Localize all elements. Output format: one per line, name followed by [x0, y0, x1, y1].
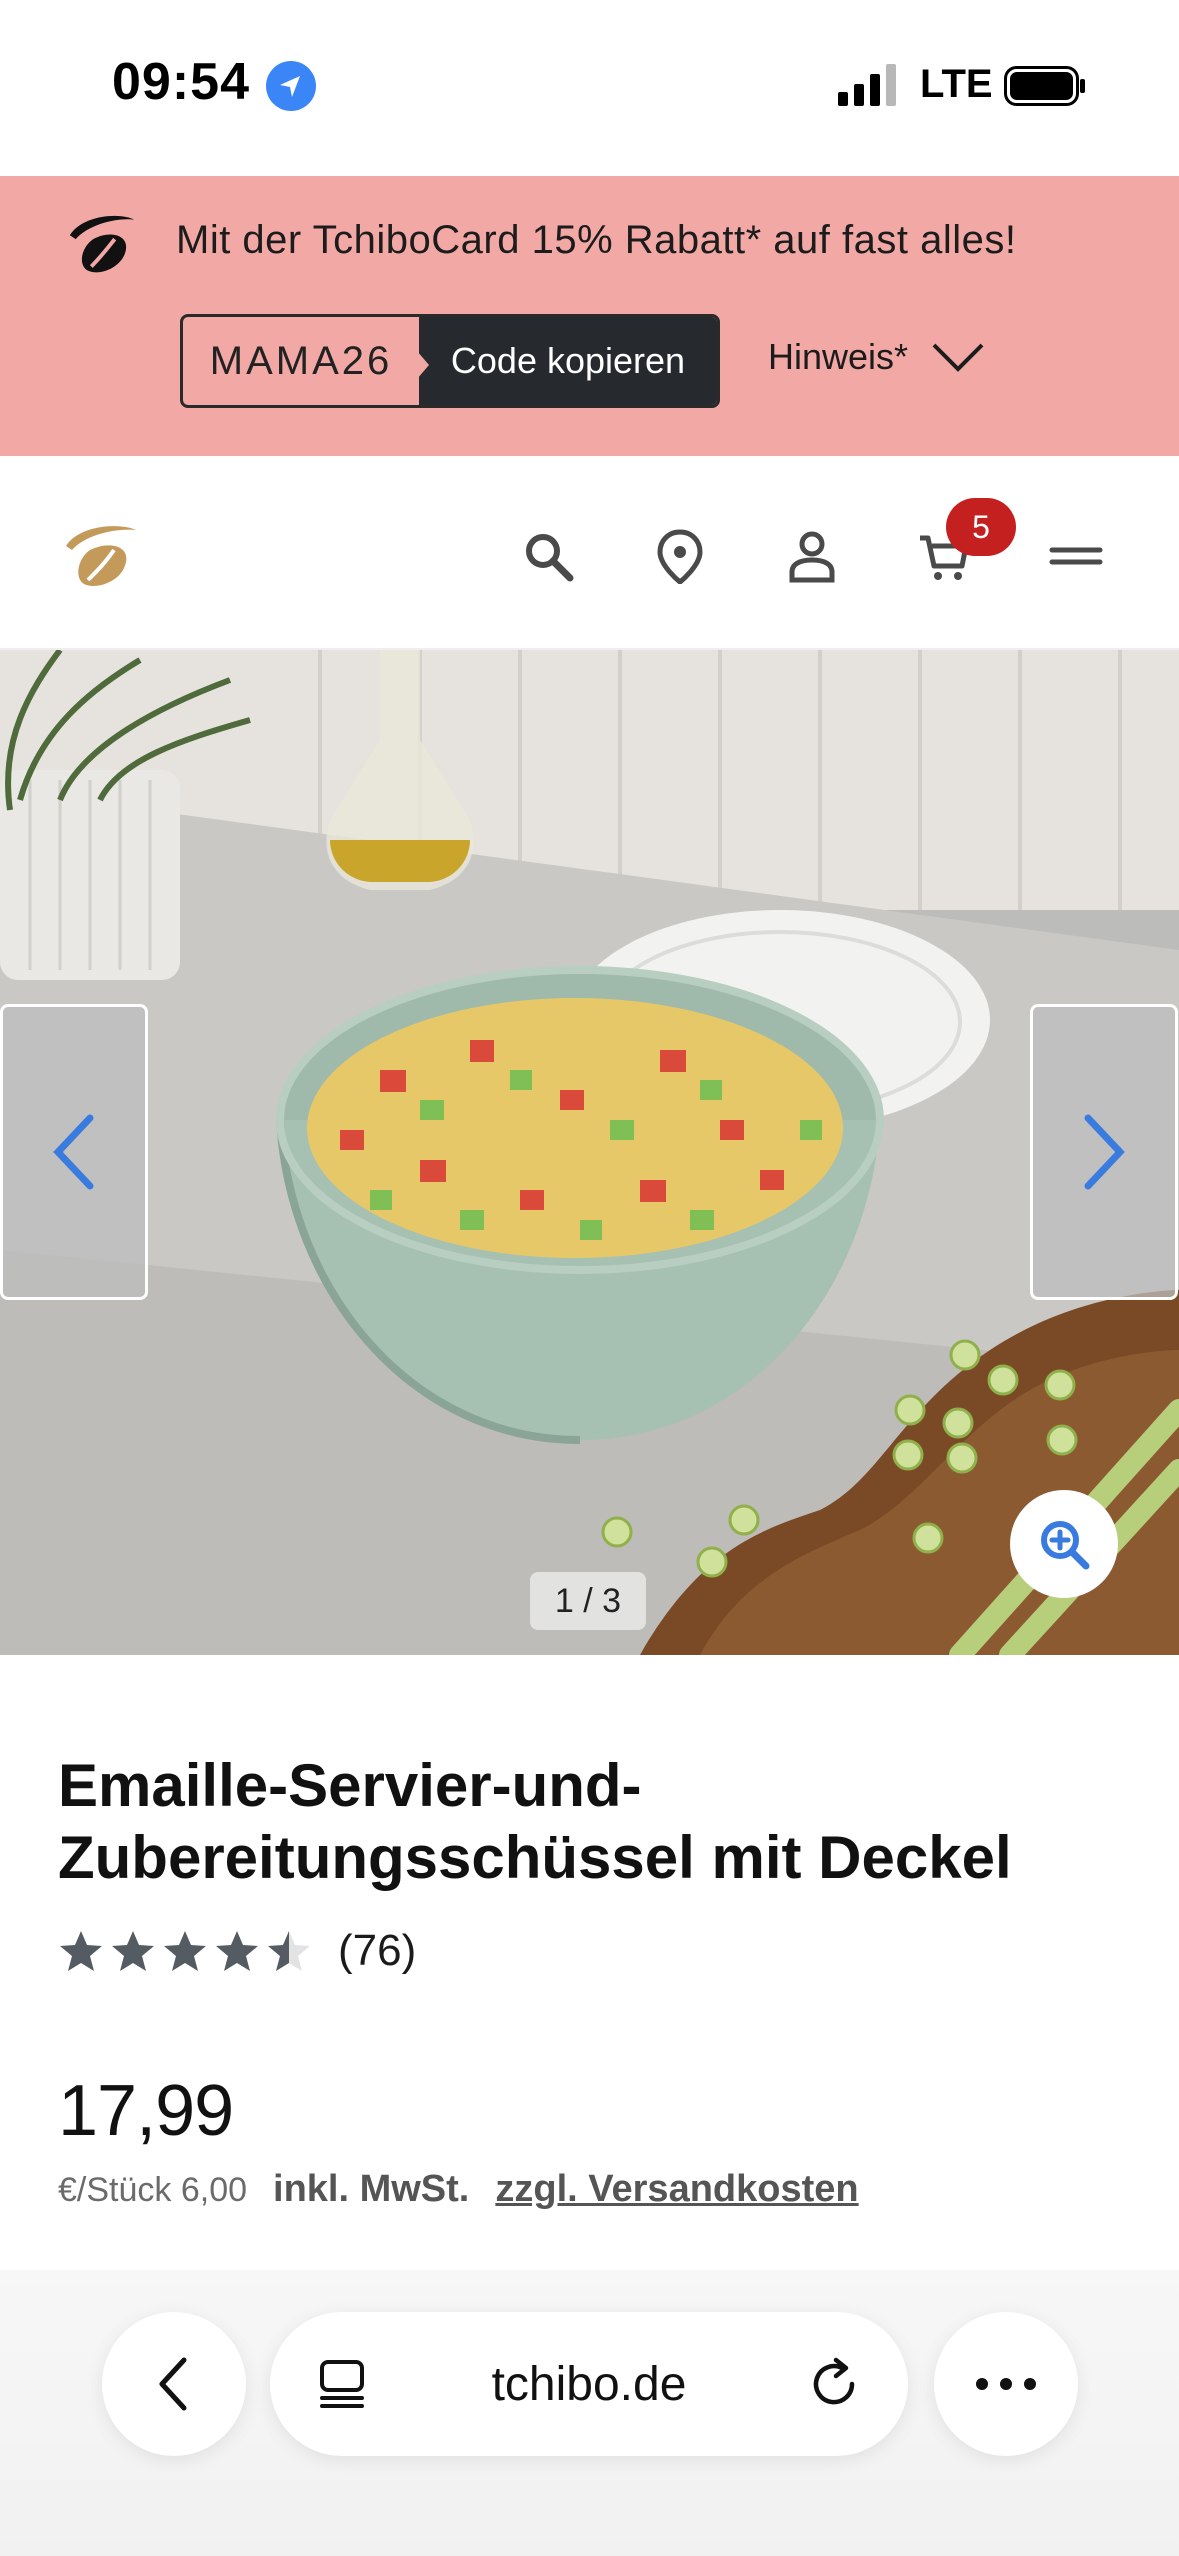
- hint-label: Hinweis*: [768, 336, 909, 377]
- cart-count-badge: 5: [946, 498, 1016, 556]
- status-bar: 09:54 LTE: [0, 0, 1179, 176]
- back-icon: [159, 2357, 187, 2411]
- promo-banner: Mit der TchiboCard 15% Rabatt* auf fast …: [0, 176, 1179, 456]
- browser-toolbar: tchibo.de: [0, 2270, 1179, 2556]
- menu-icon[interactable]: [1048, 528, 1104, 584]
- price-details: €/Stück 6,00 inkl. MwSt. zzgl. Versandko…: [58, 2168, 859, 2211]
- review-count: (76): [338, 1926, 417, 1975]
- back-button[interactable]: [102, 2312, 246, 2456]
- address-bar[interactable]: tchibo.de: [270, 2312, 908, 2456]
- tax-note: inkl. MwSt.: [273, 2168, 470, 2210]
- copy-code-button[interactable]: Code kopieren: [417, 317, 717, 405]
- chevron-down-icon: [932, 343, 984, 372]
- star-full-icon: [216, 1931, 258, 1971]
- product-title: Emaille-Servier-und-Zubereitungsschüssel…: [58, 1752, 1012, 1891]
- url-text: tchibo.de: [491, 2357, 687, 2411]
- shipping-link[interactable]: zzgl. Versandkosten: [495, 2168, 858, 2211]
- image-counter: 1 / 3: [530, 1572, 646, 1630]
- location-arrow-icon: [266, 61, 316, 111]
- product-image: [0, 650, 1179, 1655]
- promo-code-box[interactable]: MAMA26 Code kopieren: [180, 314, 720, 408]
- tchibo-bean-logo: [69, 215, 135, 273]
- star-half-icon: [268, 1931, 310, 1971]
- site-header: 5: [0, 456, 1179, 650]
- network-type: LTE: [920, 62, 993, 106]
- tabs-icon[interactable]: [316, 2358, 368, 2410]
- tchibo-logo[interactable]: [62, 518, 142, 598]
- hint-toggle[interactable]: Hinweis*: [768, 336, 986, 378]
- status-time: 09:54: [112, 53, 250, 111]
- more-button[interactable]: [934, 2312, 1078, 2456]
- user-icon[interactable]: [784, 528, 840, 584]
- chevron-left-icon: [53, 1114, 94, 1190]
- star-full-icon: [60, 1931, 102, 1971]
- chevron-right-icon: [1084, 1114, 1125, 1190]
- search-icon[interactable]: [520, 528, 576, 584]
- more-icon: [976, 2378, 1036, 2390]
- product-price: 17,99: [58, 2071, 234, 2151]
- promo-text: Mit der TchiboCard 15% Rabatt* auf fast …: [176, 218, 1017, 262]
- star-full-icon: [164, 1931, 206, 1971]
- promo-code: MAMA26: [209, 338, 393, 383]
- product-rating[interactable]: (76): [58, 1926, 416, 1976]
- zoom-in-icon: [1041, 1521, 1090, 1570]
- battery-icon: [1004, 66, 1085, 106]
- zoom-button[interactable]: [1010, 1490, 1118, 1598]
- reload-icon[interactable]: [808, 2356, 864, 2412]
- signal-icon: [838, 64, 896, 106]
- product-gallery[interactable]: 1 / 3: [0, 650, 1179, 1655]
- gallery-prev-button[interactable]: [0, 1004, 148, 1300]
- gallery-next-button[interactable]: [1030, 1004, 1178, 1300]
- location-pin-icon[interactable]: [652, 528, 708, 584]
- star-full-icon: [112, 1931, 154, 1971]
- unit-price: €/Stück 6,00: [58, 2171, 248, 2209]
